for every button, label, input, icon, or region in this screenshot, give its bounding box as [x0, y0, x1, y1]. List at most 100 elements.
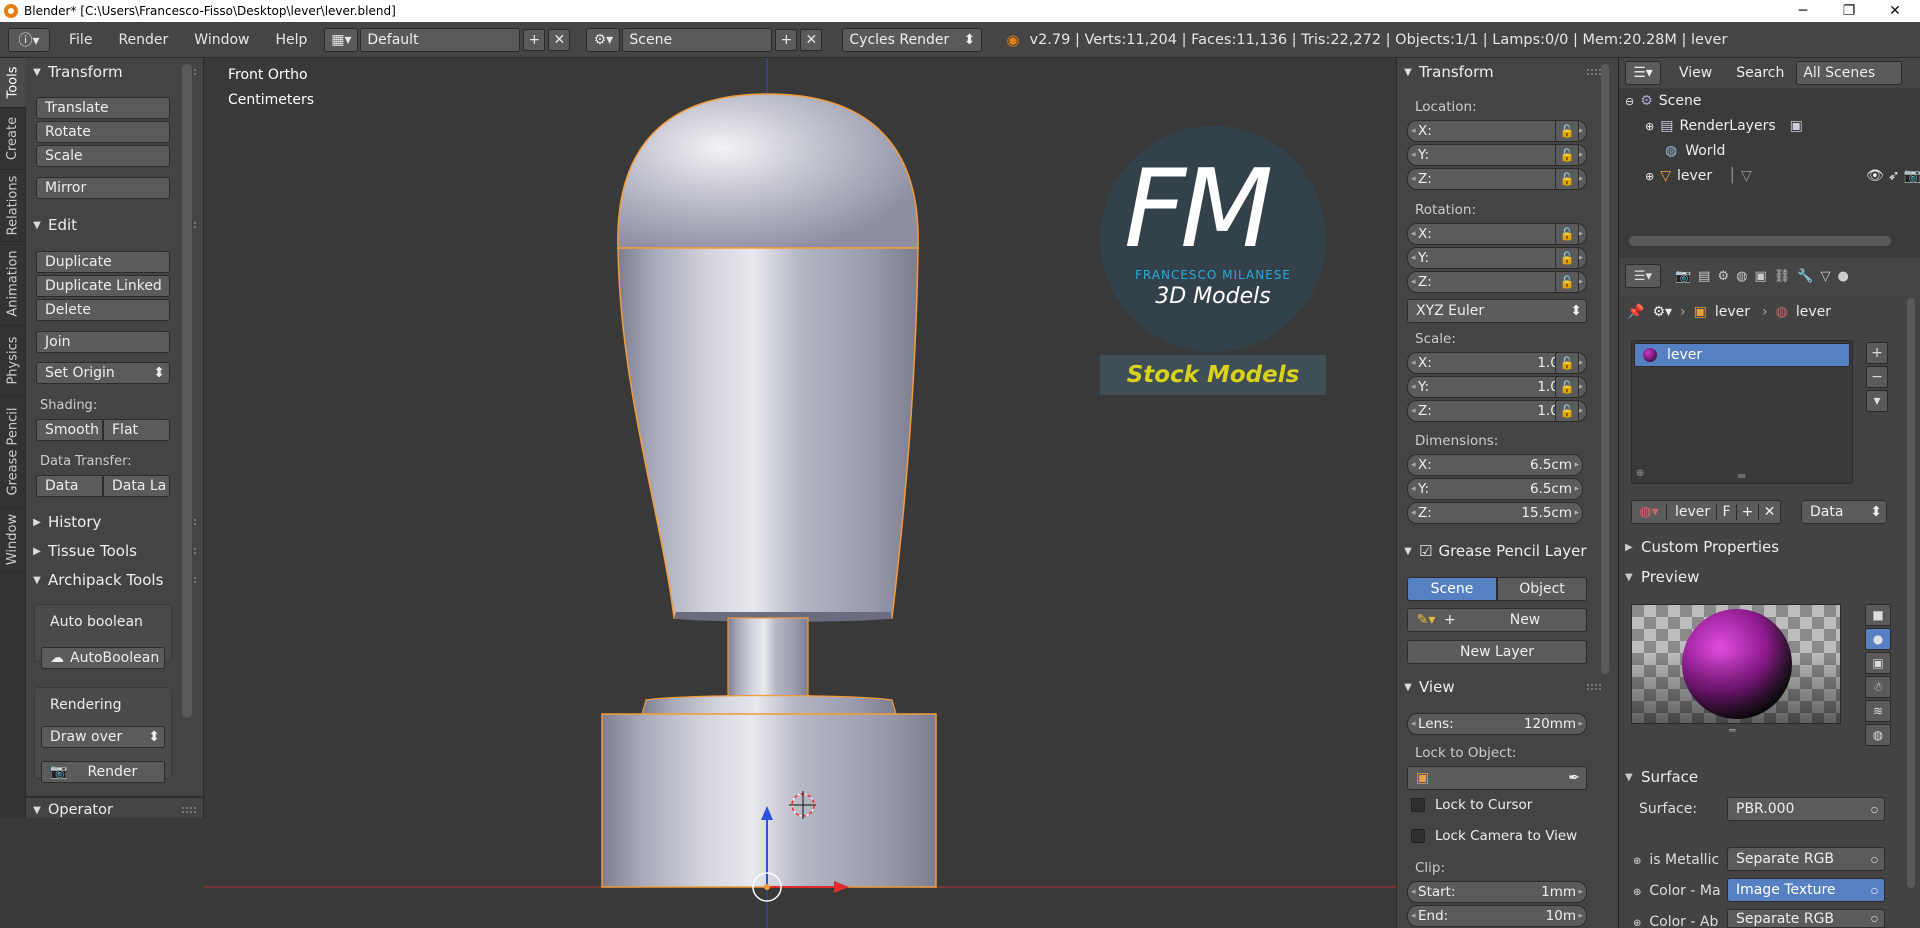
menu-help[interactable]: Help [262, 22, 320, 58]
outliner-display-mode[interactable]: All Scenes [1796, 61, 1903, 85]
preview-sphere-icon[interactable]: ● [1865, 628, 1891, 650]
list-resize-grip[interactable]: ═ [1738, 469, 1745, 483]
data-transfer-button[interactable]: Data [36, 475, 103, 497]
render-camera-icon[interactable]: 📷 [1904, 168, 1920, 184]
panel-transform-header-n[interactable]: ▼ Transform [1397, 60, 1619, 84]
outliner-row-renderlayers[interactable]: ⊕ ▤ RenderLayers ▣ [1645, 118, 1803, 134]
render-button[interactable]: 📷 Render [41, 761, 165, 783]
smooth-button[interactable]: Smooth [36, 419, 103, 441]
render-engine-select[interactable]: Cycles Render ⬍ [842, 27, 983, 52]
lock-to-cursor-checkbox[interactable]: Lock to Cursor [1411, 797, 1532, 813]
tab-window[interactable]: Window [0, 508, 26, 572]
lock-camera-checkbox[interactable]: Lock Camera to View [1411, 828, 1577, 844]
rotation-mode-select[interactable]: XYZ Euler ⬍ [1407, 299, 1587, 323]
preview-flat-icon[interactable]: ■ [1865, 604, 1891, 626]
list-filter-icon[interactable]: ⊕ [1636, 468, 1644, 479]
gp-scene-toggle[interactable]: Scene [1407, 577, 1497, 601]
properties-scrollbar[interactable] [1907, 298, 1915, 888]
dimension-z-field[interactable]: Z:15.5cm [1407, 502, 1583, 524]
join-button[interactable]: Join [36, 331, 170, 353]
menu-file[interactable]: File [56, 22, 105, 58]
clip-end-field[interactable]: End:10m [1407, 905, 1587, 927]
lock-object-field[interactable]: ▣ ✒ [1407, 766, 1587, 790]
mirror-button[interactable]: Mirror [36, 177, 170, 199]
maximize-button[interactable]: ❐ [1826, 0, 1872, 22]
preview-hair-icon[interactable]: ≋ [1865, 700, 1891, 722]
lock-icon[interactable]: 🔓 [1555, 247, 1579, 269]
delete-button[interactable]: Delete [36, 299, 170, 321]
menu-window[interactable]: Window [181, 22, 262, 58]
lock-icon[interactable]: 🔓 [1555, 400, 1579, 422]
screen-layout-field[interactable]: Default [360, 27, 521, 52]
remove-layout-icon[interactable]: ✕ [548, 28, 571, 51]
outliner-row-world[interactable]: ◍ World [1665, 143, 1725, 159]
checkbox-checked-icon[interactable]: ☑ [1419, 542, 1432, 560]
tab-tools[interactable]: Tools [0, 58, 26, 108]
scene-icon[interactable]: ⚙▾ [586, 27, 621, 52]
new-material-icon[interactable]: + [1736, 504, 1758, 520]
outliner-row-lever[interactable]: ⊕ ▽ lever │ ▽ 👁 ➶ 📷 [1645, 168, 1920, 184]
translate-button[interactable]: Translate [36, 97, 170, 119]
lock-icon[interactable]: 🔓 [1555, 352, 1579, 374]
menu-render[interactable]: Render [105, 22, 181, 58]
preview-monkey-icon[interactable]: ☃ [1865, 676, 1891, 698]
tool-shelf-scrollbar[interactable] [182, 64, 192, 718]
visibility-eye-icon[interactable]: 👁 [1866, 168, 1884, 184]
tab-grease-pencil[interactable]: Grease Pencil [0, 396, 26, 508]
panel-history-header[interactable]: ▶ History [26, 510, 204, 534]
surface-shader-select[interactable]: PBR.000 ○ [1727, 797, 1885, 821]
close-button[interactable]: ✕ [1872, 0, 1918, 22]
clip-start-field[interactable]: Start:1mm [1407, 881, 1587, 903]
draw-over-select[interactable]: Draw over ⬍ [41, 726, 165, 748]
lock-icon[interactable]: 🔓 [1555, 120, 1579, 142]
outliner-search-menu[interactable]: Search [1736, 65, 1784, 81]
color-map-input[interactable]: Image Texture ○ [1727, 878, 1885, 902]
add-material-slot-icon[interactable]: + [1866, 342, 1888, 364]
panel-archipack-header[interactable]: ▼ Archipack Tools [26, 568, 204, 592]
preview-resize-grip[interactable]: ═ [1729, 724, 1736, 737]
fake-user-button[interactable]: F [1716, 504, 1736, 520]
panel-preview-header[interactable]: ▼ Preview [1625, 565, 1903, 589]
lock-icon[interactable]: 🔓 [1555, 144, 1579, 166]
add-scene-icon[interactable]: + [775, 28, 798, 51]
outliner-hscrollbar[interactable] [1629, 236, 1891, 246]
panel-view-header[interactable]: ▼ View [1397, 675, 1619, 699]
panel-surface-header[interactable]: ▼ Surface [1625, 765, 1903, 789]
preview-world-icon[interactable]: ◍ [1865, 724, 1891, 746]
lock-icon[interactable]: 🔓 [1555, 271, 1579, 293]
unlink-material-icon[interactable]: ✕ [1758, 504, 1780, 520]
gp-new-row[interactable]: ✎▾ + New [1407, 608, 1587, 632]
rotate-button[interactable]: Rotate [36, 121, 170, 143]
outliner-row-scene[interactable]: ⊖ ⚙ Scene [1625, 93, 1701, 109]
scale-button[interactable]: Scale [36, 145, 170, 167]
lens-field[interactable]: Lens:120mm [1407, 713, 1587, 735]
lock-icon[interactable]: 🔓 [1555, 168, 1579, 190]
remove-scene-icon[interactable]: ✕ [800, 28, 823, 51]
panel-tissue-header[interactable]: ▶ Tissue Tools [26, 539, 204, 563]
set-origin-select[interactable]: Set Origin ⬍ [36, 362, 170, 384]
dimension-x-field[interactable]: X:6.5cm [1407, 454, 1583, 476]
duplicate-linked-button[interactable]: Duplicate Linked [36, 275, 170, 297]
editor-type-info-button[interactable]: ⓘ▾ [8, 27, 50, 52]
tab-create[interactable]: Create [0, 108, 26, 170]
dimension-y-field[interactable]: Y:6.5cm [1407, 478, 1583, 500]
autoboolean-button[interactable]: ☁ AutoBoolean [41, 647, 165, 669]
lock-icon[interactable]: 🔓 [1555, 223, 1579, 245]
properties-panel-scrollbar[interactable] [1601, 64, 1609, 674]
selectable-cursor-icon[interactable]: ➶ [1888, 168, 1900, 184]
material-slot-row[interactable]: lever [1634, 343, 1850, 367]
tab-physics[interactable]: Physics [0, 326, 26, 396]
panel-transform-header[interactable]: ▼ Transform [26, 60, 204, 84]
gp-object-toggle[interactable]: Object [1497, 577, 1587, 601]
tab-relations[interactable]: Relations [0, 170, 26, 242]
properties-context-tabs[interactable]: 📷▤⚙◍▣⛓🔧▽● [1675, 269, 1856, 284]
panel-grease-pencil-header[interactable]: ▼ ☑ Grease Pencil Layer [1397, 539, 1619, 563]
tab-animation[interactable]: Animation [0, 242, 26, 326]
gp-new-layer-button[interactable]: New Layer [1407, 640, 1587, 664]
screen-layout-icon[interactable]: ▦▾ [324, 27, 359, 52]
outliner-view-menu[interactable]: View [1679, 65, 1712, 81]
scene-field[interactable]: Scene [622, 27, 773, 52]
operator-panel-header[interactable]: ▼ Operator [26, 798, 204, 822]
material-link-select[interactable]: Data ⬍ [1801, 500, 1887, 524]
material-datablock-field[interactable]: ◍▾ lever F + ✕ [1631, 500, 1781, 524]
